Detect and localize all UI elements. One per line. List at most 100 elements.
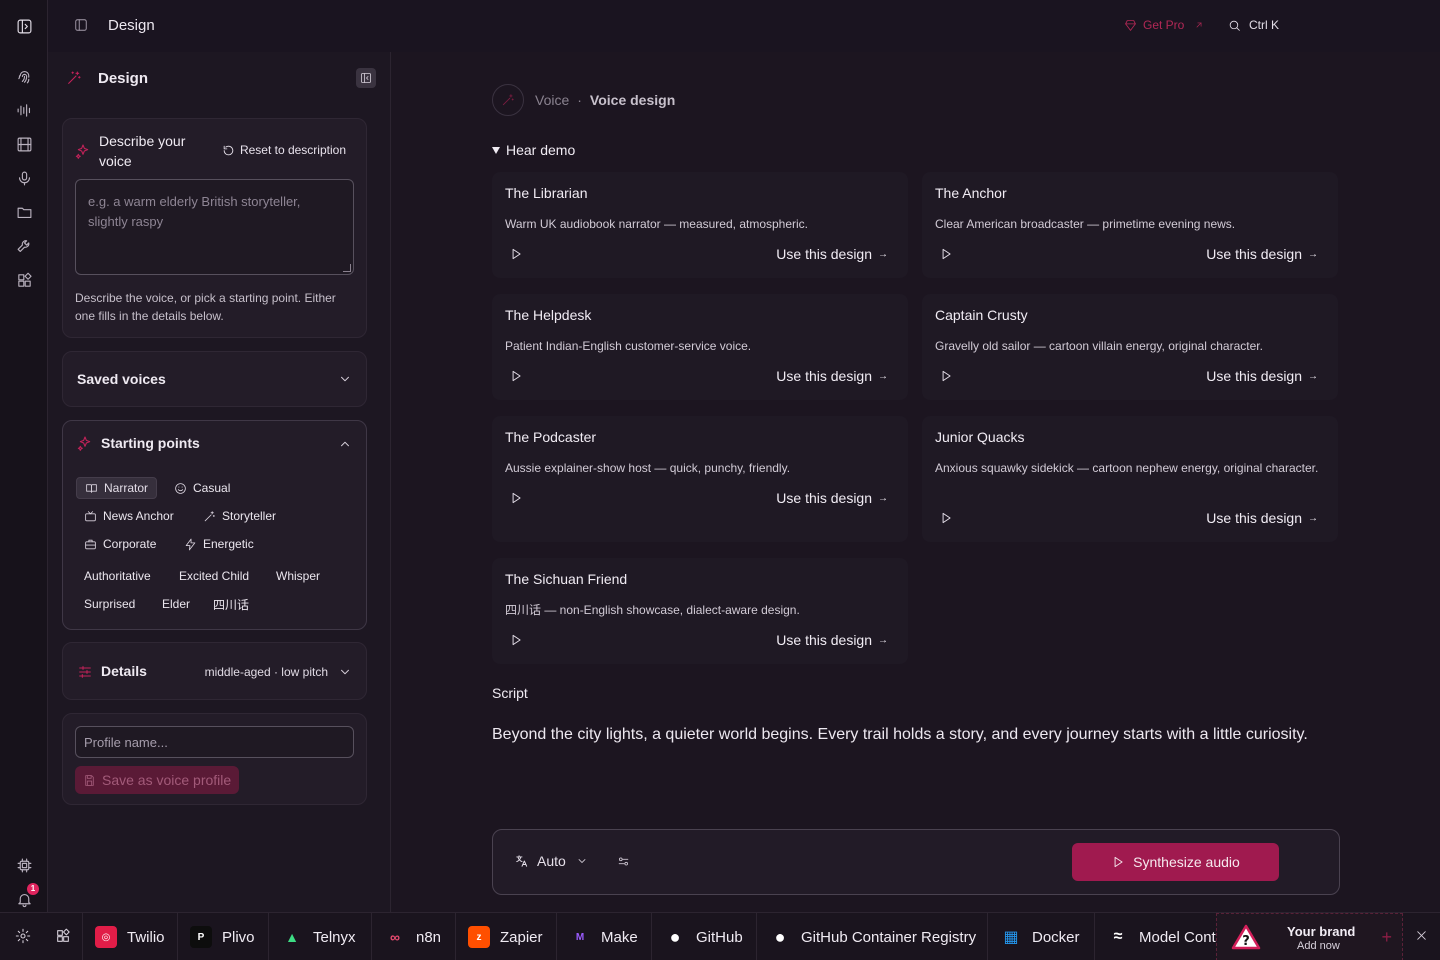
wrench-icon[interactable] [14,236,34,256]
voice-name: The Podcaster [505,429,597,445]
sparkle-icon [75,143,91,159]
voice-name: The Sichuan Friend [505,571,628,587]
add-your-brand-card[interactable]: ? Your brand Add now + [1216,913,1403,960]
save-voice-profile-button[interactable]: Save as voice profile [75,766,240,794]
chip-news-anchor[interactable]: News Anchor [76,505,182,527]
settings-gear-icon[interactable] [15,928,31,944]
breadcrumb-parent[interactable]: Voice [535,92,569,108]
play-icon[interactable] [939,247,955,263]
integration-github[interactable]: ● GitHub [651,913,755,960]
search-shortcut: Ctrl K [1249,18,1279,32]
chip-whisper[interactable]: Whisper [268,565,328,587]
tv-icon [85,510,96,521]
use-this-design-button[interactable]: Use this design → [1206,368,1318,384]
chip-label: 四川话 [213,597,250,612]
resize-handle[interactable] [343,264,351,272]
sliders-icon [77,664,93,680]
chip-label: Whisper [276,569,321,583]
starting-points-label: Starting points [101,435,200,451]
chip-corporate[interactable]: Corporate [76,533,164,555]
language-select[interactable]: Auto [515,853,588,869]
describe-voice-card: Describe your voice Reset to description… [62,118,367,338]
integrations-grid-icon[interactable] [55,928,71,944]
plus-icon: + [1381,927,1392,947]
integration-name: Model Context [1139,928,1216,946]
use-this-design-button[interactable]: Use this design → [776,490,888,506]
play-icon[interactable] [509,491,525,507]
play-icon[interactable] [509,369,525,385]
synthesize-audio-button[interactable]: Synthesize audio [1072,843,1279,881]
play-icon[interactable] [939,511,955,527]
panel-header: Design [62,66,376,92]
play-icon[interactable] [509,247,525,263]
sidebar-toggle-icon[interactable] [14,16,34,36]
chip-storyteller[interactable]: Storyteller [195,505,284,527]
integration-n8n[interactable]: ∞ n8n [371,913,454,960]
integration-plivo[interactable]: P Plivo [177,913,267,960]
waveform-icon[interactable] [14,100,34,120]
integration-make[interactable]: M Make [556,913,650,960]
chip-authoritative[interactable]: Authoritative [76,565,159,587]
voice-description-input[interactable]: e.g. a warm elderly British storyteller,… [75,179,354,275]
use-this-design-button[interactable]: Use this design → [776,246,888,262]
chip-label: Corporate [103,537,157,551]
sparkle-icon [77,435,93,451]
film-icon[interactable] [14,134,34,154]
chip-excited-child[interactable]: Excited Child [171,565,257,587]
integration-name: Telnyx [313,928,356,946]
integration-name: GitHub [696,928,743,946]
briefcase-icon [85,539,96,549]
notifications-bell-icon[interactable]: 1 [14,883,39,909]
play-icon[interactable] [939,369,955,385]
integration-zapier[interactable]: z Zapier [455,913,555,960]
reset-icon [223,145,234,155]
chevron-up-icon[interactable] [338,437,352,451]
collapse-panel-button[interactable] [356,68,376,88]
profile-name-placeholder: Profile name... [84,735,168,750]
fingerprint-icon[interactable] [14,66,34,86]
use-label: Use this design [776,368,872,384]
chip-casual[interactable]: Casual [166,477,238,499]
chip-sichuanese[interactable]: 四川话 [205,593,257,615]
integration-github-container-registry[interactable]: ● GitHub Container Registry [756,913,986,960]
reset-label: Reset to description [239,143,346,157]
integration-telnyx[interactable]: ▲ Telnyx [268,913,370,960]
reset-to-description-button[interactable]: Reset to description [222,143,346,157]
search-command[interactable]: Ctrl K [1228,18,1279,32]
chevron-down-icon [578,859,586,863]
details-card[interactable]: Details middle-aged · low pitch [62,642,367,700]
save-voice-profile-label: Save as voice profile [102,772,232,788]
play-icon[interactable] [509,633,525,649]
voice-description: Patient Indian-English customer-service … [505,339,752,353]
saved-voices-card[interactable]: Saved voices [62,351,367,407]
use-this-design-button[interactable]: Use this design → [776,368,888,384]
chip-surprised[interactable]: Surprised [76,593,143,615]
chip-icon[interactable] [14,855,34,875]
integration-docker[interactable]: ▦ Docker [987,913,1093,960]
integration-twilio[interactable]: ◎ Twilio [82,913,176,960]
script-text-editor[interactable]: Beyond the city lights, a quieter world … [492,721,1322,749]
synthesis-composer: Auto Synthesize audio [492,829,1340,895]
voice-settings-icon[interactable] [617,855,630,868]
use-this-design-button[interactable]: Use this design → [1206,246,1318,262]
chip-label: Energetic [203,537,254,551]
profile-name-input[interactable]: Profile name... [75,726,354,758]
microphone-icon[interactable] [14,168,34,188]
search-icon [1229,20,1240,31]
folder-icon[interactable] [14,202,34,222]
chip-elder[interactable]: Elder [154,593,198,615]
breadcrumb-current: Voice design [589,92,676,108]
get-pro-link[interactable]: Get Pro [1124,18,1204,32]
use-this-design-button[interactable]: Use this design → [1206,510,1318,526]
apps-icon[interactable] [14,270,34,290]
panel-toggle-icon[interactable] [74,18,88,32]
smile-icon [175,482,186,494]
chip-narrator[interactable]: Narrator [76,477,158,499]
hear-demo-toggle[interactable]: Hear demo [492,142,575,158]
integration-model-context[interactable]: ≈ Model Context [1094,913,1216,960]
arrow-right-icon: → [878,492,888,504]
chip-label: Elder [162,597,191,611]
chip-energetic[interactable]: Energetic [176,533,262,555]
close-icon[interactable] [1415,929,1428,942]
use-this-design-button[interactable]: Use this design → [776,632,888,648]
